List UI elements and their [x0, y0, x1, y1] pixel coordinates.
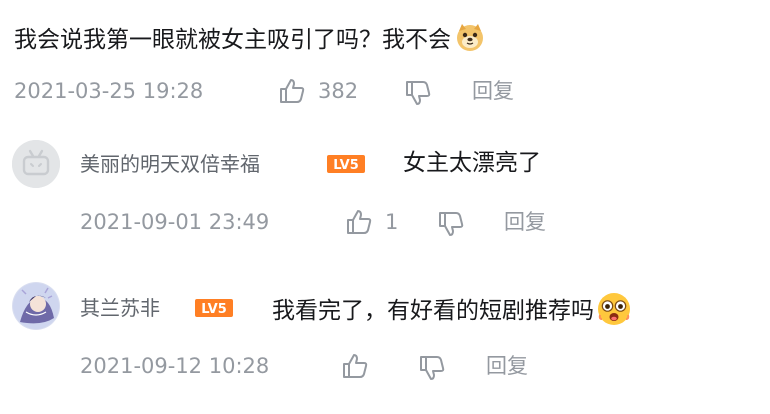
svg-text:LV5: LV5 [201, 302, 227, 317]
reply-button[interactable]: 回复 [504, 208, 546, 236]
avatar[interactable] [12, 282, 60, 330]
reply-username[interactable]: 其兰苏非 [80, 294, 160, 322]
dislike-icon[interactable] [404, 79, 432, 107]
dislike-icon[interactable] [437, 210, 465, 238]
main-comment-date: 2021-03-25 19:28 [14, 79, 204, 103]
reply-text: 女主太漂亮了 [403, 150, 541, 176]
level-badge-icon: LV5 [327, 155, 365, 173]
reply-button[interactable]: 回复 [486, 352, 528, 380]
dislike-icon[interactable] [418, 354, 446, 382]
reply-text: 我看完了，有好看的短剧推荐吗 [272, 291, 632, 327]
like-icon[interactable] [278, 77, 306, 105]
svg-text:LV5: LV5 [333, 158, 359, 173]
like-icon[interactable] [345, 208, 373, 236]
reply-date: 2021-09-12 10:28 [80, 354, 270, 378]
anime-character-avatar-icon [12, 282, 60, 330]
main-comment-content: 我会说我第一眼就被女主吸引了吗？我不会 [14, 27, 451, 53]
reply-like-count: 1 [385, 210, 399, 234]
reply-content: 我看完了，有好看的短剧推荐吗 [272, 298, 594, 324]
avatar[interactable] [12, 140, 60, 188]
doge-emoji-icon [457, 24, 483, 51]
main-comment-reply-button[interactable]: 回复 [472, 77, 514, 105]
reply-date: 2021-09-01 23:49 [80, 210, 270, 234]
like-icon[interactable] [341, 352, 369, 380]
level-badge-icon: LV5 [195, 299, 233, 317]
shocked-face-emoji-icon [598, 293, 630, 325]
default-avatar-icon [12, 140, 60, 188]
reply-username[interactable]: 美丽的明天双倍幸福 [80, 150, 260, 178]
main-comment-like-count: 382 [318, 79, 359, 103]
main-comment-text: 我会说我第一眼就被女主吸引了吗？我不会 [14, 22, 485, 56]
